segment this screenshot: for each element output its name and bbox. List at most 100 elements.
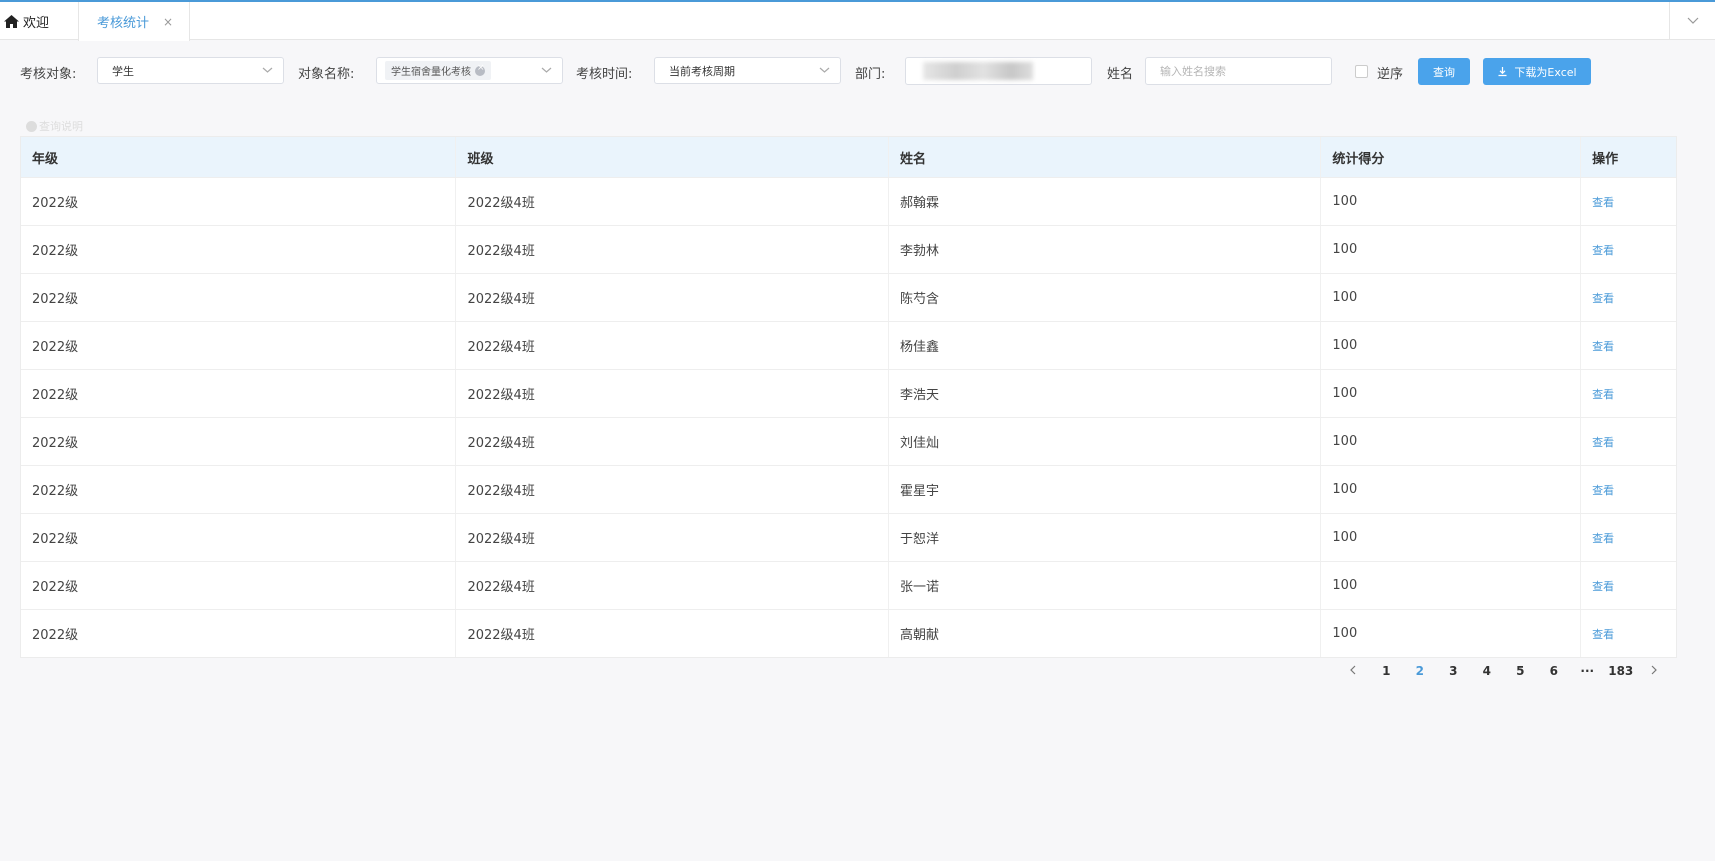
cell-name: 杨佳鑫 — [889, 322, 1322, 369]
query-hint[interactable]: 查询说明 — [26, 118, 83, 134]
table-row: 2022级 2022级4班 郝翰霖 100 查看 — [21, 177, 1676, 225]
target-label: 考核对象: — [20, 67, 77, 82]
chip-remove-icon[interactable] — [475, 63, 485, 76]
query-button[interactable]: 查询 — [1418, 58, 1470, 85]
cell-grade: 2022级 — [21, 562, 457, 609]
cell-class: 2022级4班 — [456, 178, 889, 225]
cell-score: 100 — [1321, 514, 1582, 561]
cell-grade: 2022级 — [32, 580, 79, 595]
view-link[interactable]: 查看 — [1592, 434, 1614, 450]
dept-label: 部门: — [855, 67, 886, 82]
target-select[interactable]: 学生 — [97, 57, 284, 84]
object-select[interactable]: 学生宿舍量化考核 — [376, 57, 563, 84]
cell-score: 100 — [1321, 226, 1582, 273]
chevron-left-icon — [1349, 665, 1356, 675]
next-page-button[interactable] — [1638, 664, 1672, 678]
table-row: 2022级 2022级4班 李浩天 100 查看 — [21, 369, 1676, 417]
tab-assessment-stats-label: 考核统计 — [97, 16, 150, 31]
page-ellipsis[interactable]: ··· — [1571, 664, 1605, 678]
cell-grade: 2022级 — [21, 610, 457, 657]
view-link[interactable]: 查看 — [1592, 194, 1614, 210]
header-class: 班级 — [456, 137, 889, 177]
page-6-button[interactable]: 6 — [1537, 664, 1571, 678]
cell-name: 于恕洋 — [899, 532, 939, 547]
header-grade: 年级 — [21, 137, 457, 177]
page-5-button[interactable]: 5 — [1504, 664, 1538, 678]
cell-class: 2022级4班 — [456, 274, 889, 321]
close-icon[interactable]: × — [163, 15, 173, 29]
name-label: 姓名 — [1107, 67, 1134, 82]
view-link[interactable]: 查看 — [1592, 338, 1614, 354]
cell-name: 张一诺 — [899, 580, 939, 595]
cell-grade: 2022级 — [32, 244, 79, 259]
table-row: 2022级 2022级4班 陈芍含 100 查看 — [21, 273, 1676, 321]
time-select-value: 当前考核周期 — [669, 64, 735, 78]
view-link[interactable]: 查看 — [1592, 290, 1614, 306]
table-row: 2022级 2022级4班 李勃林 100 查看 — [21, 225, 1676, 273]
cell-action: 查看 — [1581, 562, 1676, 609]
stats-table: 年级 班级 姓名 统计得分 操作 2022级 2022级4班 郝翰霖 100 查看 202… — [20, 136, 1677, 658]
reverse-checkbox[interactable] — [1355, 65, 1368, 78]
download-excel-label: 下载为Excel — [1514, 65, 1577, 79]
cell-grade: 2022级 — [21, 178, 457, 225]
page-4-button[interactable]: 4 — [1470, 664, 1504, 678]
view-link[interactable]: 查看 — [1592, 242, 1614, 258]
cell-action: 查看 — [1581, 178, 1676, 225]
cell-class: 2022级4班 — [467, 292, 535, 307]
cell-class: 2022级4班 — [467, 628, 535, 643]
cell-action: 查看 — [1581, 274, 1676, 321]
view-link[interactable]: 查看 — [1592, 530, 1614, 546]
tab-home-label: 欢迎 — [23, 15, 50, 31]
cell-score: 100 — [1332, 482, 1358, 497]
download-excel-button[interactable]: 下载为Excel — [1483, 58, 1591, 85]
cell-class: 2022级4班 — [456, 466, 889, 513]
cell-grade: 2022级 — [21, 370, 457, 417]
cell-class: 2022级4班 — [467, 436, 535, 451]
home-icon — [4, 14, 19, 28]
cell-grade: 2022级 — [21, 418, 457, 465]
time-select[interactable]: 当前考核周期 — [654, 57, 841, 84]
chevron-down-icon — [1687, 17, 1698, 24]
cell-name: 李勃林 — [899, 244, 939, 259]
view-link[interactable]: 查看 — [1592, 578, 1614, 594]
cell-action: 查看 — [1581, 466, 1676, 513]
page-3-button[interactable]: 3 — [1437, 664, 1471, 678]
name-search-placeholder: 输入姓名搜索 — [1160, 65, 1226, 78]
cell-score: 100 — [1332, 290, 1358, 305]
object-label: 对象名称: — [298, 67, 355, 82]
cell-class: 2022级4班 — [467, 340, 535, 355]
cell-name: 高朝献 — [899, 628, 939, 643]
cell-class: 2022级4班 — [467, 388, 535, 403]
view-link[interactable]: 查看 — [1592, 626, 1614, 642]
cell-score: 100 — [1332, 242, 1358, 257]
cell-name: 高朝献 — [889, 610, 1322, 657]
cell-action: 查看 — [1581, 514, 1676, 561]
cell-grade: 2022级 — [21, 322, 457, 369]
header-action: 操作 — [1592, 151, 1619, 167]
cell-score: 100 — [1321, 610, 1582, 657]
page-183-button[interactable]: 183 — [1604, 664, 1638, 678]
header-name: 姓名 — [889, 137, 1322, 177]
tab-home[interactable]: 欢迎 — [4, 2, 76, 40]
view-link[interactable]: 查看 — [1592, 386, 1614, 402]
tab-menu-button[interactable] — [1669, 2, 1715, 40]
cell-class: 2022级4班 — [467, 580, 535, 595]
view-link[interactable]: 查看 — [1592, 482, 1614, 498]
cell-score: 100 — [1332, 434, 1358, 449]
chevron-down-icon — [819, 67, 830, 73]
page-2-button[interactable]: 2 — [1403, 664, 1437, 678]
table-row: 2022级 2022级4班 于恕洋 100 查看 — [21, 513, 1676, 561]
cell-grade: 2022级 — [21, 514, 457, 561]
name-search-input[interactable]: 输入姓名搜索 — [1145, 57, 1332, 85]
cell-score: 100 — [1321, 370, 1582, 417]
reverse-label: 逆序 — [1377, 67, 1404, 82]
cell-score: 100 — [1321, 274, 1582, 321]
tab-assessment-stats[interactable]: 考核统计 × — [78, 2, 190, 41]
cell-name: 刘佳灿 — [889, 418, 1322, 465]
query-button-label: 查询 — [1433, 65, 1455, 79]
table-row: 2022级 2022级4班 霍星宇 100 查看 — [21, 465, 1676, 513]
prev-page-button[interactable] — [1336, 664, 1370, 678]
cell-score: 100 — [1332, 194, 1358, 209]
page-1-button[interactable]: 1 — [1370, 664, 1404, 678]
cell-grade: 2022级 — [32, 484, 79, 499]
